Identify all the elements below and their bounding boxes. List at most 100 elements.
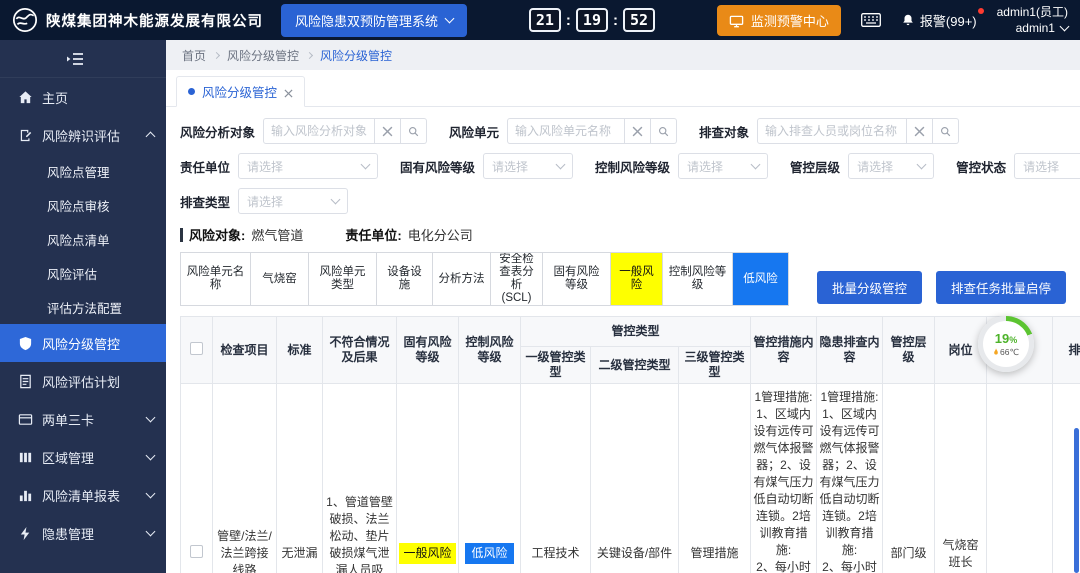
- sidebar-subitem-risk-point-review[interactable]: 风险点审核: [0, 188, 166, 222]
- user-menu[interactable]: admin1(员工) admin1: [997, 4, 1070, 36]
- filter-label: 固有风险等级: [400, 160, 476, 175]
- summary-actions: 批量分级管控 排查任务批量启停: [816, 271, 1066, 306]
- inherent-risk-badge: 一般风险: [399, 543, 456, 564]
- select-placeholder: 请选择: [857, 159, 894, 174]
- cell-standard: 无泄漏: [276, 383, 323, 573]
- cell-obscured: [986, 383, 1053, 573]
- bar-chart-icon: [18, 488, 33, 503]
- breadcrumb-item[interactable]: 风险分级管控: [227, 47, 299, 64]
- column-header-type-l1: 一级管控类型: [520, 346, 591, 384]
- topbar-actions: 监测预警中心 报警(99+) admin1(员工) admin1: [716, 4, 1070, 36]
- gauge-percent-unit: %: [1009, 334, 1018, 345]
- select-all-checkbox[interactable]: [190, 341, 203, 355]
- breadcrumb-separator: [212, 51, 221, 59]
- chevron-down-icon: [145, 526, 156, 537]
- cell-control-risk: 低风险: [458, 383, 521, 573]
- sidebar-item-label: 隐患管理: [42, 526, 95, 542]
- control-risk-badge: 低风险: [465, 543, 514, 564]
- performance-gauge[interactable]: 19% 66℃: [978, 316, 1034, 372]
- tab-bar: 风险分级管控: [166, 70, 1080, 107]
- inspection-type-select[interactable]: 请选择: [238, 188, 349, 214]
- select-placeholder: 请选择: [1023, 159, 1060, 174]
- select-placeholder: 请选择: [247, 159, 284, 174]
- sidebar-item-label: 两单三卡: [42, 412, 95, 428]
- clear-icon[interactable]: [625, 118, 652, 144]
- risk-analysis-object-input[interactable]: [263, 118, 376, 144]
- column-header-standard: 标准: [276, 316, 323, 384]
- sidebar-item-two-lists-three-cards[interactable]: 两单三卡: [0, 400, 166, 438]
- summary-label: 固有风险等级: [543, 253, 611, 305]
- sidebar-item-region-management[interactable]: 区域管理: [0, 438, 166, 476]
- sidebar-item-risk-grade-control[interactable]: 风险分级管控: [0, 324, 166, 362]
- company-name: 陕煤集团神木能源发展有限公司: [46, 13, 263, 30]
- inspection-target-input[interactable]: [757, 118, 908, 144]
- column-header-control-type-group: 管控类型: [520, 316, 751, 347]
- chevron-down-icon: [145, 412, 156, 423]
- column-header-check-item: 检查项目: [212, 316, 277, 384]
- system-switcher-button[interactable]: 风险隐患双预防管理系统: [281, 3, 468, 37]
- risk-unit-input[interactable]: [507, 118, 626, 144]
- breadcrumb-separator: [305, 51, 314, 59]
- close-tab-icon[interactable]: [284, 87, 293, 98]
- cell-measures: 1管理措施: 1、区域内设有远传可燃气体报警器；2、设有煤气压力低自动切断连锁。…: [750, 383, 817, 573]
- monitor-warning-center-button[interactable]: 监测预警中心: [716, 4, 841, 36]
- keyboard-icon[interactable]: [860, 13, 881, 27]
- risk-object-info: 风险对象: 燃气管道 责任单位: 电化分公司: [166, 223, 1080, 252]
- batch-task-toggle-button[interactable]: 排查任务批量启停: [935, 271, 1066, 304]
- breadcrumb: 首页 风险分级管控 风险分级管控: [166, 40, 1080, 70]
- cell-inherent-risk: 一般风险: [396, 383, 459, 573]
- inherent-risk-level-select[interactable]: 请选择: [483, 153, 574, 179]
- tab-risk-grade-control[interactable]: 风险分级管控: [176, 76, 306, 107]
- breadcrumb-item-current: 风险分级管控: [320, 48, 393, 63]
- collapse-sidebar-icon[interactable]: [66, 52, 84, 66]
- sidebar-item-risk-identification[interactable]: 风险辨识评估: [0, 116, 166, 154]
- system-name: 风险隐患双预防管理系统: [295, 13, 439, 29]
- gauge-percent: 19: [994, 330, 1010, 346]
- sidebar-item-risk-list-report[interactable]: 风险清单报表: [0, 476, 166, 514]
- cell-type-l2: 关键设备/部件: [590, 383, 679, 573]
- active-tab-dot-icon: [188, 88, 195, 95]
- clock-separator: :: [565, 11, 571, 29]
- sidebar-item-label: 区域管理: [42, 450, 95, 466]
- table-row[interactable]: 管壁/法兰/法兰跨接线路 无泄漏 1、管道管壁破损、法兰松动、垫片破损煤气泄漏人…: [180, 383, 1080, 573]
- control-level-select[interactable]: 请选择: [848, 153, 935, 179]
- summary-label: 控制风险等级: [663, 253, 733, 305]
- sidebar-item-risk-assessment-plan[interactable]: 风险评估计划: [0, 362, 166, 400]
- cell-post: 气烧窑班长: [934, 383, 987, 573]
- bell-icon: [901, 13, 915, 27]
- row-checkbox[interactable]: [190, 544, 203, 558]
- breadcrumb-item-home[interactable]: 首页: [182, 47, 206, 64]
- sidebar-item-home[interactable]: 主页: [0, 78, 166, 116]
- sidebar-item-hazard-management[interactable]: 隐患管理: [0, 514, 166, 552]
- sidebar-item-label: 风险辨识评估: [42, 128, 121, 144]
- chevron-down-icon: [444, 13, 455, 24]
- sidebar-subitem-assessment-method-config[interactable]: 评估方法配置: [0, 290, 166, 324]
- sidebar-subitem-risk-point-management[interactable]: 风险点管理: [0, 154, 166, 188]
- filter-label: 管控层级: [790, 160, 841, 175]
- summary-value: 安全检查表分析(SCL): [491, 253, 543, 305]
- clock-separator: :: [612, 11, 618, 29]
- top-bar: 陕煤集团神木能源发展有限公司 风险隐患双预防管理系统 21 : 19 : 52 …: [0, 0, 1080, 40]
- alarm-label: 报警(99+): [919, 13, 977, 29]
- card-icon: [18, 412, 33, 427]
- columns-icon: [18, 450, 33, 465]
- user-account: admin1: [1015, 21, 1055, 35]
- vertical-scrollbar[interactable]: [1074, 428, 1079, 573]
- main-panel: 风险分级管控 风险分析对象 风险单元: [166, 70, 1080, 573]
- cell-nonconformity: 1、管道管壁破损、法兰松动、垫片破损煤气泄漏人员吸入、泄漏煤气遇火源着: [322, 383, 397, 573]
- table-container: 检查项目 标准 不符合情况及后果 固有风险等级 控制风险等级 管控类型 管控措施…: [180, 316, 1080, 573]
- clear-icon[interactable]: [907, 118, 934, 144]
- clear-icon[interactable]: [375, 118, 402, 144]
- search-icon[interactable]: [933, 118, 960, 144]
- search-icon[interactable]: [401, 118, 428, 144]
- risk-object-label: 风险对象:: [189, 228, 246, 243]
- sidebar-subitem-risk-assessment[interactable]: 风险评估: [0, 256, 166, 290]
- chevron-down-icon: [916, 159, 927, 170]
- responsible-unit-select[interactable]: 请选择: [238, 153, 379, 179]
- batch-grade-control-button[interactable]: 批量分级管控: [816, 271, 922, 304]
- control-status-select[interactable]: 请选择: [1014, 153, 1080, 179]
- sidebar-subitem-risk-point-list[interactable]: 风险点清单: [0, 222, 166, 256]
- alarm-button[interactable]: 报警(99+): [901, 7, 984, 30]
- control-risk-level-select[interactable]: 请选择: [678, 153, 769, 179]
- search-icon[interactable]: [651, 118, 678, 144]
